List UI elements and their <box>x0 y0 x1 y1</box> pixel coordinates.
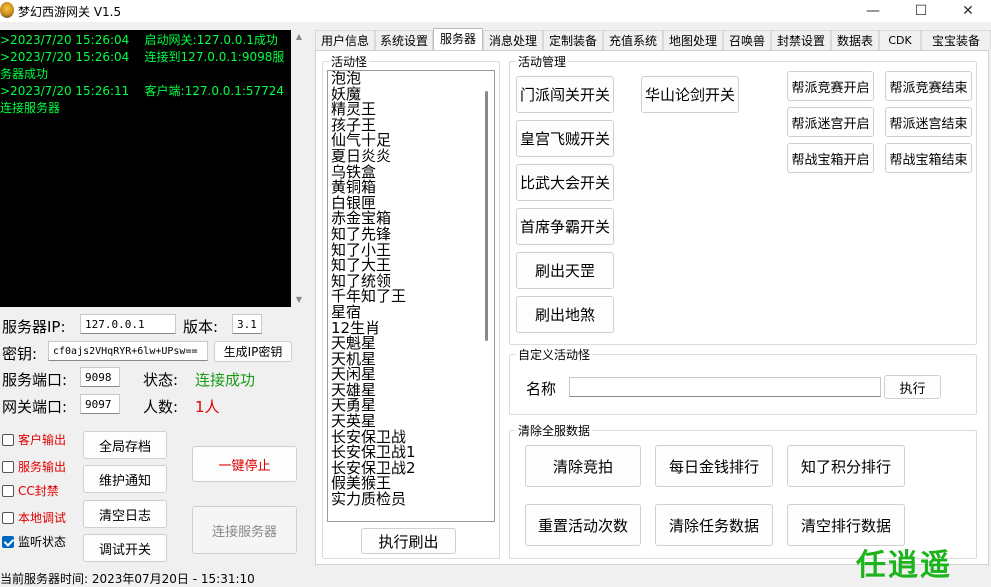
tab-system-settings[interactable]: 系统设置 <box>375 30 433 50</box>
guild-war-chest-start-button[interactable]: 帮战宝箱开启 <box>787 143 874 173</box>
gateway-port-input[interactable]: 9097 <box>80 394 120 414</box>
checkbox-label: 服务输出 <box>18 460 67 474</box>
clear-task-data-button[interactable]: 清除任务数据 <box>655 504 773 546</box>
clear-auction-button[interactable]: 清除竞拍 <box>525 445 641 487</box>
gateway-port-label: 网关端口: <box>2 398 68 416</box>
custom-name-input[interactable] <box>569 377 881 397</box>
tab-user-info[interactable]: 用户信息 <box>315 30 375 50</box>
checkbox-label: 本地调试 <box>18 511 67 525</box>
minimize-button[interactable]: — <box>850 0 896 22</box>
huashan-sword-toggle-button[interactable]: 华山论剑开关 <box>641 76 739 113</box>
monster-list-scrollbar[interactable] <box>480 71 494 521</box>
generate-key-button[interactable]: 生成IP密钥 <box>214 341 292 362</box>
window-title: 梦幻西游网关 V1.5 <box>18 5 122 19</box>
checkbox-label: CC封禁 <box>18 484 59 498</box>
log-line: >2023/7/20 15:26:04 连接到127.0.0.1:9098服务器… <box>0 50 285 81</box>
tab-data-table[interactable]: 数据表 <box>831 30 879 50</box>
log-lines: >2023/7/20 15:26:04 启动网关:127.0.0.1成功 >20… <box>0 30 290 307</box>
clear-data-group-title: 清除全服数据 <box>516 422 593 439</box>
custom-name-label: 名称 <box>526 380 557 398</box>
log-scrollbar[interactable]: ▲ ▼ <box>291 30 307 307</box>
checkbox-label: 监听状态 <box>18 535 67 549</box>
version-input[interactable]: 3.1 <box>232 314 262 334</box>
checkbox-box[interactable] <box>2 511 14 524</box>
title-bar: 梦幻西游网关 V1.5 — ☐ ✕ <box>0 0 991 22</box>
tab-server[interactable]: 服务器 <box>433 28 483 50</box>
stop-all-button[interactable]: 一键停止 <box>192 446 297 482</box>
log-line: >2023/7/20 15:26:11 客户端:127.0.0.1:57724连… <box>0 84 285 115</box>
guild-maze-end-button[interactable]: 帮派迷宫结束 <box>885 107 972 137</box>
scroll-up-icon[interactable]: ▲ <box>291 30 307 44</box>
guild-race-start-button[interactable]: 帮派竞赛开启 <box>787 71 874 101</box>
key-input[interactable]: cf0ajs2VHqRYR+6lw+UPsw== <box>48 341 208 361</box>
spawn-tiangang-button[interactable]: 刷出天罡 <box>516 252 614 289</box>
debug-switch-button[interactable]: 调试开关 <box>83 534 167 562</box>
palace-thief-toggle-button[interactable]: 皇宫飞贼开关 <box>516 120 614 157</box>
reset-activity-count-button[interactable]: 重置活动次数 <box>525 504 641 546</box>
guild-maze-start-button[interactable]: 帮派迷宫开启 <box>787 107 874 137</box>
sect-challenge-toggle-button[interactable]: 门派闯关开关 <box>516 76 614 113</box>
tab-message-processing[interactable]: 消息处理 <box>483 30 543 50</box>
checkbox-box[interactable] <box>2 535 14 548</box>
checkbox-listen-status[interactable]: 监听状态 <box>2 533 66 550</box>
server-port-input[interactable]: 9098 <box>80 367 120 387</box>
tab-strip: 用户信息 系统设置 服务器 消息处理 定制装备 充值系统 地图处理 召唤兽 封禁… <box>315 28 991 50</box>
chief-contest-toggle-button[interactable]: 首席争霸开关 <box>516 208 614 245</box>
tab-pet-equipment[interactable]: 宝宝装备 <box>921 30 991 50</box>
status-value: 连接成功 <box>195 371 256 389</box>
server-ip-input[interactable]: 127.0.0.1 <box>80 314 176 334</box>
monster-list-item[interactable]: 实力质检员 <box>328 491 494 508</box>
status-bar: 当前服务器时间: 2023年07月20日 - 15:31:10 <box>0 572 255 586</box>
execute-spawn-button[interactable]: 执行刷出 <box>361 528 456 554</box>
status-label: 状态: <box>143 371 179 389</box>
checkbox-label: 客户输出 <box>18 433 67 447</box>
key-label: 密钥: <box>2 345 38 363</box>
app-logo-icon <box>0 2 14 18</box>
tab-ban-settings[interactable]: 封禁设置 <box>771 30 831 50</box>
people-count: 1人 <box>195 398 220 416</box>
checkbox-local-debug[interactable]: 本地调试 <box>2 509 66 526</box>
custom-monster-group-title: 自定义活动怪 <box>516 346 593 363</box>
cicada-points-rank-button[interactable]: 知了积分排行 <box>787 445 905 487</box>
tab-custom-equipment[interactable]: 定制装备 <box>543 30 603 50</box>
checkbox-box[interactable] <box>2 484 14 497</box>
checkbox-client-output[interactable]: 客户输出 <box>2 431 66 448</box>
martial-tournament-toggle-button[interactable]: 比武大会开关 <box>516 164 614 201</box>
maintenance-notice-button[interactable]: 维护通知 <box>83 465 167 493</box>
watermark-text: 任逍遥 <box>856 548 952 583</box>
tab-map-processing[interactable]: 地图处理 <box>663 30 723 50</box>
clear-log-button[interactable]: 清空日志 <box>83 500 167 528</box>
server-ip-label: 服务器IP: <box>2 318 66 336</box>
spawn-disha-button[interactable]: 刷出地煞 <box>516 296 614 333</box>
people-label: 人数: <box>143 398 179 416</box>
save-all-button[interactable]: 全局存档 <box>83 431 167 459</box>
log-console[interactable]: >2023/7/20 15:26:04 启动网关:127.0.0.1成功 >20… <box>0 30 307 307</box>
tab-cdk[interactable]: CDK <box>879 30 921 50</box>
guild-race-end-button[interactable]: 帮派竞赛结束 <box>885 71 972 101</box>
scroll-thumb[interactable] <box>485 91 488 341</box>
activity-group-title: 活动管理 <box>516 53 569 70</box>
checkbox-box[interactable] <box>2 433 14 446</box>
maximize-button[interactable]: ☐ <box>898 0 944 22</box>
daily-money-rank-button[interactable]: 每日金钱排行 <box>655 445 773 487</box>
server-port-label: 服务端口: <box>2 371 68 389</box>
connect-server-button[interactable]: 连接服务器 <box>192 506 297 554</box>
checkbox-server-output[interactable]: 服务输出 <box>2 458 66 475</box>
close-button[interactable]: ✕ <box>945 0 991 22</box>
checkbox-box[interactable] <box>2 460 14 473</box>
monster-list: 泡泡 妖魔 精灵王 孩子王 仙气十足 夏日炎炎 乌铁盒 黄铜箱 白银匣 赤金宝箱 知了先锋 知了小王知… <box>328 71 494 508</box>
custom-execute-button[interactable]: 执行 <box>884 375 941 399</box>
monster-group-title: 活动怪 <box>329 53 370 70</box>
checkbox-cc-ban[interactable]: CC封禁 <box>2 482 59 499</box>
version-label: 版本: <box>183 318 219 336</box>
log-line: >2023/7/20 15:26:04 启动网关:127.0.0.1成功 <box>0 33 278 47</box>
guild-war-chest-end-button[interactable]: 帮战宝箱结束 <box>885 143 972 173</box>
monster-listbox[interactable]: 泡泡 妖魔 精灵王 孩子王 仙气十足 夏日炎炎 乌铁盒 黄铜箱 白银匣 赤金宝箱 知了先锋 知了小王知… <box>327 70 495 522</box>
scroll-down-icon[interactable]: ▼ <box>291 293 307 307</box>
tab-recharge-system[interactable]: 充值系统 <box>603 30 663 50</box>
tab-summon-beast[interactable]: 召唤兽 <box>723 30 771 50</box>
